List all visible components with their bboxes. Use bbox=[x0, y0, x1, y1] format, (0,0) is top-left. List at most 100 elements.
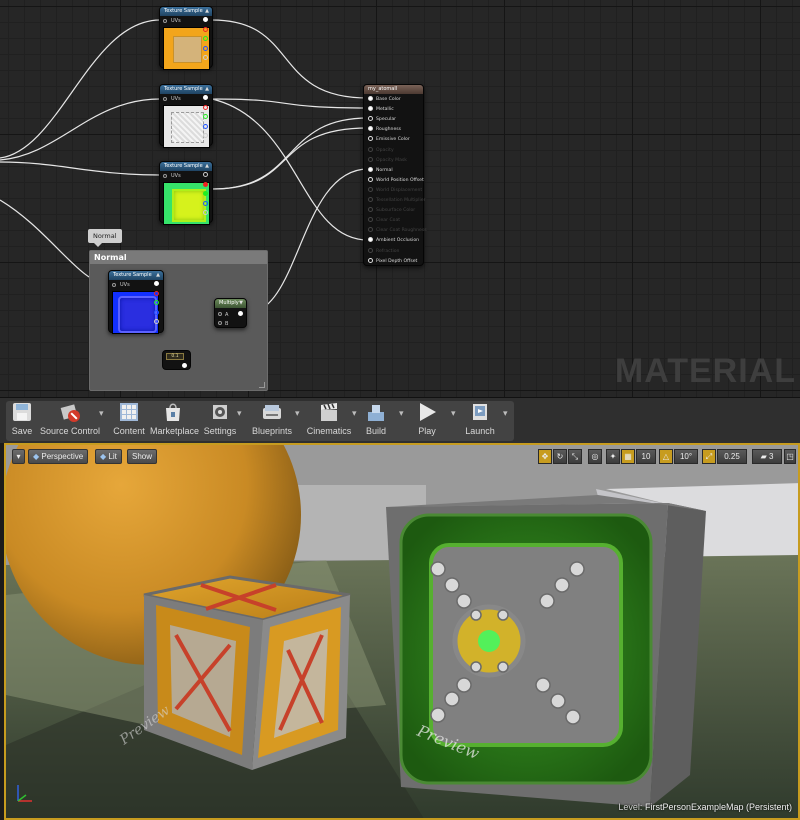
result-pin-row[interactable]: Pixel Depth Offset bbox=[368, 257, 417, 264]
collapse-caret-icon[interactable]: ▲ bbox=[156, 271, 160, 280]
multiply-node[interactable]: Multiply ▼ A B bbox=[214, 298, 247, 328]
cinematics-dropdown[interactable] bbox=[351, 401, 361, 435]
build-dropdown[interactable] bbox=[398, 401, 408, 435]
pin-circle-icon[interactable] bbox=[368, 257, 373, 263]
pin-circle-icon[interactable] bbox=[368, 106, 373, 112]
pin-label: Subsurface Color bbox=[376, 208, 416, 214]
maximize-viewport-icon[interactable]: ◳ bbox=[784, 449, 796, 464]
pin-circle-icon[interactable] bbox=[368, 96, 373, 101]
collapse-caret-icon[interactable]: ▲ bbox=[205, 162, 209, 171]
result-pin-row[interactable]: Roughness bbox=[368, 126, 401, 132]
node-header[interactable]: Texture Sample ▲ bbox=[109, 271, 163, 280]
texture-sample-node-metallic[interactable]: Texture Sample ▲ UVs bbox=[159, 84, 213, 148]
texture-sample-node-normal[interactable]: Texture Sample ▲ UVs bbox=[108, 270, 164, 334]
multiply-output-pin[interactable] bbox=[238, 311, 243, 316]
rotation-snap-value[interactable]: 10° bbox=[674, 449, 698, 464]
perspective-button[interactable]: ◆ Perspective bbox=[28, 449, 89, 464]
rotation-snap-icon[interactable]: △ bbox=[659, 449, 673, 464]
result-pin-row[interactable]: Metallic bbox=[368, 106, 394, 112]
collapse-caret-icon[interactable]: ▲ bbox=[205, 7, 209, 16]
play-dropdown[interactable] bbox=[450, 401, 460, 435]
launch-dropdown[interactable] bbox=[502, 401, 512, 435]
pin-circle-icon[interactable] bbox=[368, 146, 373, 152]
build-button[interactable]: Build bbox=[362, 398, 390, 438]
graph-watermark: MATERIAL bbox=[614, 352, 796, 390]
node-header[interactable]: Multiply ▼ bbox=[215, 299, 246, 308]
constant-output-pin[interactable] bbox=[182, 363, 187, 368]
pin-circle-icon[interactable] bbox=[368, 237, 373, 243]
node-header[interactable]: Texture Sample ▲ bbox=[160, 85, 212, 94]
output-pins[interactable] bbox=[203, 172, 209, 220]
collapse-caret-icon[interactable]: ▼ bbox=[239, 299, 243, 308]
constant-node[interactable]: 0.1 bbox=[162, 350, 191, 370]
scale-mode-icon[interactable]: ⤡ bbox=[568, 449, 582, 464]
result-pin-row[interactable]: Emissive Color bbox=[368, 136, 410, 142]
pin-circle-icon[interactable] bbox=[368, 156, 373, 162]
viewport-options-button[interactable]: ▾ bbox=[12, 449, 25, 464]
constant-value[interactable]: 0.1 bbox=[166, 353, 184, 360]
material-result-node[interactable]: my_atomall Base Color Metallic Specular Rou… bbox=[363, 84, 427, 266]
marketplace-icon bbox=[166, 403, 180, 421]
result-pin-row: Opacity bbox=[368, 146, 394, 153]
pin-circle-icon[interactable] bbox=[368, 186, 373, 192]
cinematics-button[interactable]: Cinematics bbox=[305, 398, 353, 438]
source-control-dropdown[interactable] bbox=[98, 401, 108, 435]
pin-circle-icon[interactable] bbox=[368, 197, 373, 202]
content-button[interactable]: Content bbox=[110, 398, 148, 438]
pin-b[interactable]: B bbox=[218, 320, 228, 329]
output-pins[interactable] bbox=[203, 95, 209, 143]
collapse-caret-icon[interactable]: ▲ bbox=[205, 85, 209, 94]
result-pin-row[interactable]: Specular bbox=[368, 116, 396, 122]
pin-circle-icon[interactable] bbox=[368, 207, 373, 213]
source-control-button[interactable]: Source Control bbox=[40, 398, 100, 438]
pin-circle-icon[interactable] bbox=[368, 176, 373, 182]
texture-sample-node-mask[interactable]: Texture Sample ▲ UVs bbox=[159, 161, 213, 225]
result-pin-row[interactable]: World Position Offset bbox=[368, 176, 424, 183]
marketplace-button[interactable]: Marketplace bbox=[150, 398, 199, 438]
result-pin-row[interactable]: Ambient Occlusion bbox=[368, 237, 419, 243]
node-header[interactable]: Texture Sample ▲ bbox=[160, 162, 212, 171]
grid-snap-value[interactable]: 10 bbox=[636, 449, 656, 464]
save-button[interactable]: Save bbox=[6, 398, 38, 438]
settings-dropdown[interactable] bbox=[236, 401, 246, 435]
pin-circle-icon[interactable] bbox=[368, 136, 373, 142]
world-space-icon[interactable]: ◎ bbox=[588, 449, 602, 464]
comment-bubble[interactable]: Normal bbox=[88, 229, 122, 247]
uv-input-pin[interactable]: UVs bbox=[163, 96, 181, 102]
texture-sample-node-base[interactable]: Texture Sample ▲ UVs bbox=[159, 6, 213, 70]
scale-snap-icon[interactable]: ⤢ bbox=[702, 449, 716, 464]
play-button[interactable]: Play bbox=[410, 398, 444, 438]
scale-snap-value[interactable]: 0.25 bbox=[717, 449, 747, 464]
output-pins[interactable] bbox=[203, 17, 209, 65]
settings-button[interactable]: Settings bbox=[202, 398, 238, 438]
grid-snap-icon[interactable]: ▦ bbox=[621, 449, 635, 464]
pin-circle-icon[interactable] bbox=[368, 166, 373, 172]
blueprints-button[interactable]: Blueprints bbox=[248, 398, 296, 438]
pin-a[interactable]: A bbox=[218, 311, 228, 320]
node-header[interactable]: Texture Sample ▲ bbox=[160, 7, 212, 16]
uv-input-pin[interactable]: UVs bbox=[163, 18, 181, 24]
uv-input-pin[interactable]: UVs bbox=[112, 282, 130, 288]
level-viewport[interactable]: Preview Preview ▾ ◆ Perspective ◆ Lit Sh… bbox=[4, 443, 800, 820]
surface-snap-icon[interactable]: ✦ bbox=[606, 449, 620, 464]
resize-handle[interactable] bbox=[259, 382, 265, 388]
select-mode-icon[interactable]: ✥ bbox=[538, 449, 552, 464]
result-pin-row[interactable]: Base Color bbox=[368, 96, 401, 102]
rotate-mode-icon[interactable]: ↻ bbox=[553, 449, 567, 464]
blueprints-dropdown[interactable] bbox=[294, 401, 304, 435]
material-graph[interactable]: Texture Sample ▲ UVs Texture Sample ▲ UVs bbox=[0, 0, 800, 397]
pin-circle-icon[interactable] bbox=[368, 116, 373, 122]
pin-circle-icon[interactable] bbox=[368, 247, 373, 253]
output-pins[interactable] bbox=[154, 281, 160, 329]
lit-button[interactable]: ◆ Lit bbox=[95, 449, 122, 464]
pin-circle-icon[interactable] bbox=[368, 126, 373, 132]
comment-title[interactable]: Normal bbox=[90, 251, 267, 264]
pin-circle-icon[interactable] bbox=[368, 227, 373, 233]
result-pin-row[interactable]: Normal bbox=[368, 166, 393, 173]
uv-input-pin[interactable]: UVs bbox=[163, 173, 181, 179]
pin-circle-icon[interactable] bbox=[368, 217, 373, 223]
launch-button[interactable]: Launch bbox=[462, 398, 498, 438]
node-header[interactable]: my_atomall bbox=[364, 85, 423, 94]
camera-speed-button[interactable]: ▰ 3 bbox=[752, 449, 782, 464]
show-button[interactable]: Show bbox=[127, 449, 158, 464]
